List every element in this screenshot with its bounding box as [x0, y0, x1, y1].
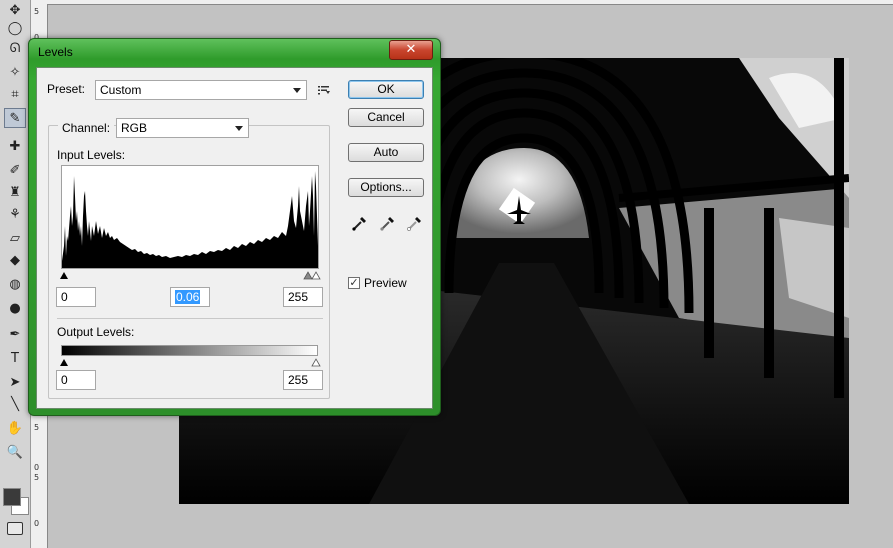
ruler-number: 0: [34, 519, 40, 528]
input-white-field[interactable]: 255: [283, 287, 323, 307]
white-eyedropper-icon[interactable]: [406, 214, 424, 232]
line-icon[interactable]: ╲: [4, 394, 26, 414]
dialog-body: Preset: Custom Channel: RGB Input Levels…: [36, 67, 433, 409]
black-point-handle: [60, 272, 68, 279]
input-black-field[interactable]: 0: [56, 287, 96, 307]
dialog-title: Levels: [38, 45, 73, 59]
pen-icon[interactable]: ✒: [4, 324, 26, 344]
tools-panel: ✥ ◯ ᘏ ✧ ⌗ ✎ ✚ ✐ ♜ ⚘ ▱ ◆ ◍ ● ✒ T ➤ ╲ ✋ 🔍: [0, 0, 31, 548]
chevron-down-icon: [293, 88, 301, 93]
healing-brush-icon[interactable]: ✚: [4, 136, 26, 156]
cancel-button[interactable]: Cancel: [348, 108, 424, 127]
histogram: [61, 165, 319, 269]
output-levels-slider[interactable]: [59, 356, 321, 367]
ruler-number: 5: [34, 7, 40, 16]
output-white-handle: [311, 358, 321, 367]
path-select-icon[interactable]: ➤: [4, 372, 26, 392]
check-icon: ✓: [349, 277, 359, 289]
preview-checkbox[interactable]: ✓: [348, 277, 360, 289]
ruler-number: 5: [34, 473, 40, 482]
input-white-value: 255: [288, 290, 309, 304]
options-button[interactable]: Options...: [348, 178, 424, 197]
input-black-value: 0: [61, 290, 68, 304]
channel-value: RGB: [121, 121, 148, 135]
output-gradient-bar: [61, 345, 318, 356]
lasso-ellipse-icon[interactable]: ◯: [4, 18, 26, 38]
output-slider-handles: [60, 358, 321, 367]
channel-dropdown[interactable]: RGB: [116, 118, 249, 138]
histogram-plot: [62, 171, 318, 268]
zoom-icon[interactable]: 🔍: [4, 442, 26, 462]
magic-wand-icon[interactable]: ✧: [4, 62, 26, 82]
preview-label: Preview: [364, 276, 407, 290]
gamma-handle: [303, 271, 313, 280]
input-levels-slider[interactable]: [59, 269, 321, 280]
foreground-color-swatch[interactable]: [3, 488, 21, 506]
output-black-handle: [60, 359, 68, 366]
paint-bucket-icon[interactable]: ◆: [4, 250, 26, 270]
levels-dialog: Levels ✕ Preset: Custom Channel: RGB Inp…: [28, 38, 441, 416]
close-button[interactable]: ✕: [389, 40, 433, 60]
preset-options-icon[interactable]: [318, 84, 330, 95]
eyedropper-tool-icon[interactable]: ✎: [4, 108, 26, 128]
white-point-handle: [311, 271, 321, 280]
eraser-icon[interactable]: ▱: [4, 228, 26, 248]
separator: [57, 318, 323, 319]
close-icon: ✕: [405, 42, 417, 57]
type-icon[interactable]: T: [4, 348, 26, 368]
dodge-icon[interactable]: ●: [4, 298, 26, 318]
history-brush-icon[interactable]: ⚘: [4, 204, 26, 224]
preset-dropdown[interactable]: Custom: [95, 80, 307, 100]
input-slider-handles: [60, 271, 321, 280]
move-tool-icon[interactable]: ✥: [4, 0, 26, 20]
blur-icon[interactable]: ◍: [4, 274, 26, 294]
output-levels-label: Output Levels:: [57, 325, 135, 339]
black-eyedropper-icon[interactable]: [351, 214, 369, 232]
hand-icon[interactable]: ✋: [4, 418, 26, 438]
input-gamma-field[interactable]: 0.06: [170, 287, 210, 307]
input-levels-label: Input Levels:: [57, 148, 126, 162]
ruler-number: 0: [34, 463, 40, 472]
ok-button[interactable]: OK: [348, 80, 424, 99]
chevron-down-icon: [235, 126, 243, 131]
output-black-field[interactable]: 0: [56, 370, 96, 390]
output-white-value: 255: [288, 373, 309, 387]
output-black-value: 0: [61, 373, 68, 387]
preset-value: Custom: [100, 83, 142, 97]
gray-eyedropper-icon[interactable]: [379, 214, 397, 232]
brush-icon[interactable]: ✐: [4, 160, 26, 180]
auto-button[interactable]: Auto: [348, 143, 424, 162]
crop-icon[interactable]: ⌗: [4, 84, 26, 104]
quick-mask-icon[interactable]: [7, 522, 23, 535]
channel-label: Channel:: [58, 121, 115, 135]
preset-label: Preset:: [47, 82, 86, 96]
lasso-icon[interactable]: ᘏ: [4, 38, 26, 58]
stamp-icon[interactable]: ♜: [4, 182, 26, 202]
ruler-number: 5: [34, 423, 40, 432]
input-gamma-value: 0.06: [175, 290, 201, 304]
output-white-field[interactable]: 255: [283, 370, 323, 390]
